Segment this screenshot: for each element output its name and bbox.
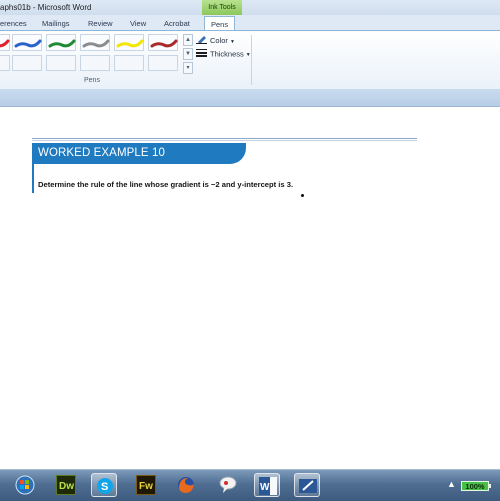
pen-green-icon <box>48 39 76 48</box>
header-rule <box>32 138 417 139</box>
pen-red[interactable] <box>0 34 10 51</box>
dreamweaver-icon: Dw <box>56 475 76 495</box>
taskbar-dreamweaver[interactable]: Dw <box>53 473 79 497</box>
taskbar-fireworks[interactable]: Fw <box>133 473 159 497</box>
taskbar-skype[interactable]: S <box>91 473 117 497</box>
gallery-scroll-down[interactable]: ▼ <box>183 48 193 60</box>
pens-group-label: Pens <box>84 77 100 84</box>
title-bar: aphs01b - Microsoft Word Ink Tools <box>0 0 500 15</box>
pen-color-icon <box>196 34 207 48</box>
window-title: aphs01b - Microsoft Word <box>0 3 92 12</box>
pen-dark-red-icon <box>150 39 178 48</box>
gallery-scroll-up[interactable]: ▲ <box>183 34 193 46</box>
tab-mailings[interactable]: Mailings <box>42 17 70 30</box>
group-separator <box>251 35 252 85</box>
banner-title: WORKED EXAMPLE 10 <box>38 147 165 159</box>
gallery-expand-icon: ▾ <box>186 65 190 71</box>
tab-acrobat[interactable]: Acrobat <box>164 17 190 30</box>
battery-indicator[interactable]: 100% <box>461 481 489 491</box>
tray-expand-icon[interactable]: ▲ <box>447 479 456 489</box>
tab-review[interactable]: Review <box>88 17 113 30</box>
pen-slot-empty[interactable] <box>12 55 42 71</box>
ink-tools-contextual-tab: Ink Tools <box>202 0 242 15</box>
word-icon: W <box>259 477 277 495</box>
ribbon-bottom-band <box>0 89 500 107</box>
taskbar-pen-tablet[interactable] <box>294 473 320 497</box>
chevron-up-icon: ▲ <box>185 37 191 43</box>
pen-slot-empty[interactable] <box>80 55 110 71</box>
pen-cursor <box>301 194 304 197</box>
pen-green[interactable] <box>46 34 76 51</box>
taskbar-chat[interactable] <box>215 473 241 497</box>
pen-slot-empty[interactable] <box>148 55 178 71</box>
color-label: Color <box>210 35 228 45</box>
svg-text:W: W <box>260 482 270 493</box>
pen-tablet-icon <box>299 479 317 493</box>
taskbar: Dw S Fw W ▲ 100% <box>0 469 500 501</box>
pen-blue[interactable] <box>12 34 42 51</box>
chevron-down-icon: ▼ <box>245 52 251 59</box>
ribbon-tabs: erences Mailings Review View Acrobat Pen… <box>0 15 500 32</box>
pen-yellow[interactable] <box>114 34 144 51</box>
gallery-more[interactable]: ▾ <box>183 62 193 74</box>
pen-slot-empty[interactable] <box>46 55 76 71</box>
svg-text:S: S <box>101 481 108 493</box>
pen-blue-icon <box>14 39 42 48</box>
svg-text:Dw: Dw <box>59 481 74 492</box>
battery-tip <box>489 484 491 488</box>
pen-slot-empty[interactable] <box>0 55 10 71</box>
line-thickness-icon <box>196 48 207 61</box>
header-rule <box>32 140 417 141</box>
pen-yellow-icon <box>116 39 144 48</box>
worked-example-banner: WORKED EXAMPLE 10 <box>32 143 246 164</box>
chevron-down-icon: ▼ <box>229 38 235 45</box>
thickness-button[interactable]: Thickness ▼ <box>196 48 251 60</box>
pen-gray[interactable] <box>80 34 110 51</box>
pen-slot-empty[interactable] <box>114 55 144 71</box>
chevron-down-icon: ▼ <box>185 51 191 57</box>
svg-text:Fw: Fw <box>139 481 153 492</box>
chat-icon <box>219 476 237 493</box>
pen-dark-red[interactable] <box>148 34 178 51</box>
firefox-icon <box>178 477 194 493</box>
thickness-label: Thickness <box>210 49 244 59</box>
pen-red-icon <box>0 39 10 48</box>
question-text: Determine the rule of the line whose gra… <box>38 180 294 189</box>
start-button[interactable] <box>12 473 38 497</box>
color-button[interactable]: Color ▼ <box>196 34 235 46</box>
skype-icon: S <box>97 478 113 494</box>
start-orb-icon <box>15 475 35 495</box>
accent-margin-bar <box>32 164 34 193</box>
document-page[interactable]: WORKED EXAMPLE 10 Determine the rule of … <box>0 107 500 447</box>
tab-references[interactable]: erences <box>0 17 27 30</box>
fireworks-icon: Fw <box>136 475 156 495</box>
tab-view[interactable]: View <box>130 17 146 30</box>
ribbon-pens-panel: ▲ ▼ ▾ Color ▼ Thickness ▼ Pens <box>0 30 500 90</box>
taskbar-firefox[interactable] <box>173 473 199 497</box>
pen-gray-icon <box>82 39 110 48</box>
taskbar-word[interactable]: W <box>254 473 280 497</box>
